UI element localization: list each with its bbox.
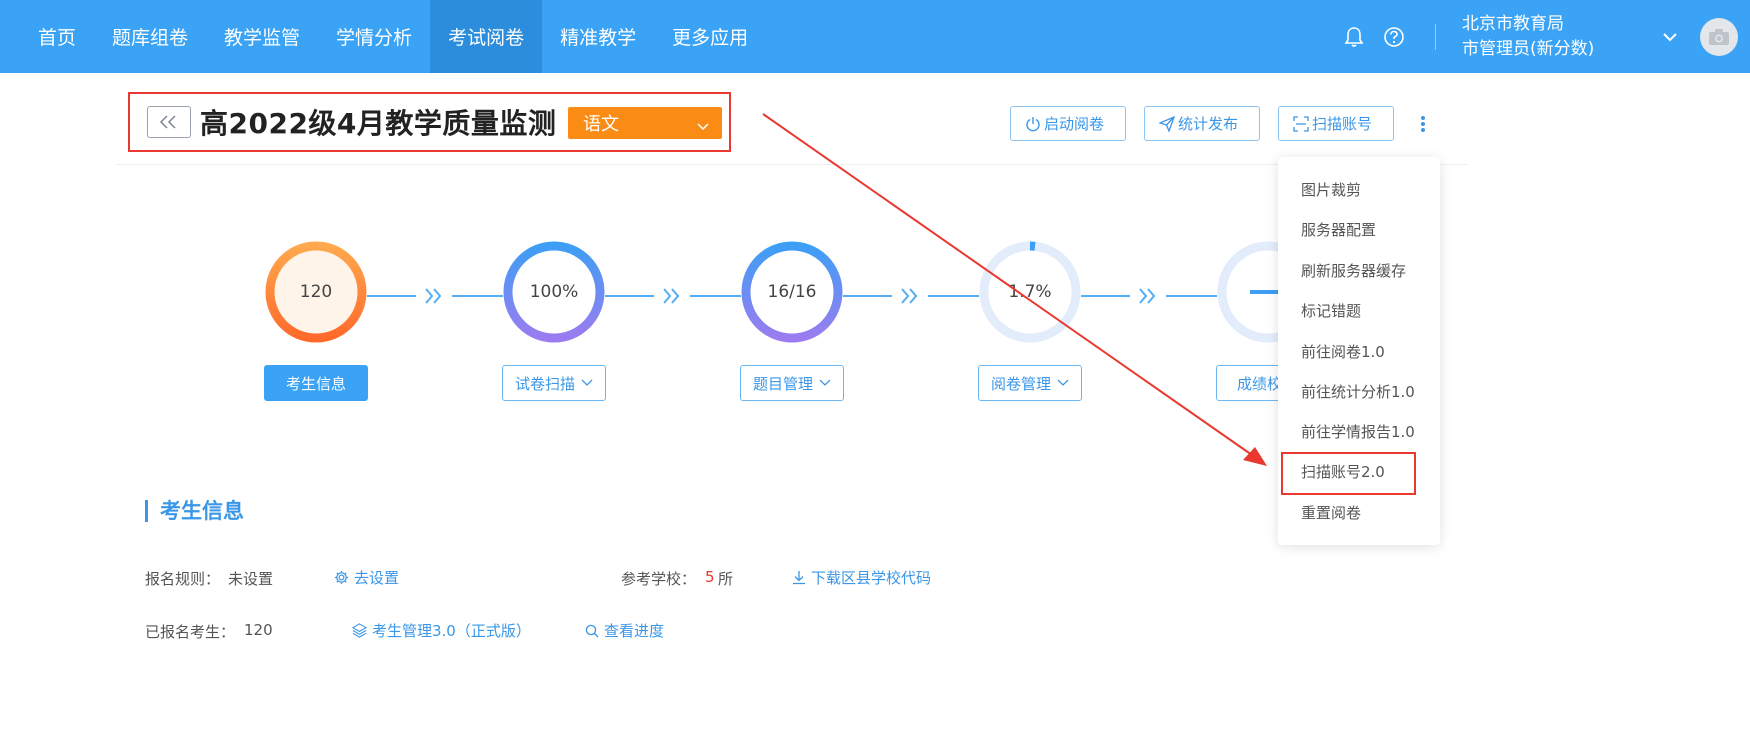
user-info[interactable]: 北京市教育局 市管理员(新分数): [1462, 12, 1652, 62]
question-mgmt-button[interactable]: 题目管理: [740, 365, 844, 401]
download-school-codes-label: 下载区县学校代码: [811, 569, 932, 587]
scan-account-button[interactable]: 扫描账号: [1278, 106, 1394, 141]
scan-account-label: 扫描账号: [1312, 115, 1373, 133]
menu-item-mark-errors[interactable]: 标记错题: [1301, 300, 1361, 321]
step-paper-scan: 100%: [502, 240, 606, 344]
paper-scan-button[interactable]: 试卷扫描: [502, 365, 606, 401]
nav-item-learning-analysis[interactable]: 学情分析: [318, 0, 430, 73]
nav-item-precision-teaching[interactable]: 精准教学: [542, 0, 654, 73]
header-divider: [116, 164, 1468, 165]
toolbar-separator: [1435, 23, 1436, 50]
back-button[interactable]: [147, 106, 191, 138]
step-question-mgmt: 16/16: [740, 240, 844, 344]
student-info-button[interactable]: 考生信息: [264, 365, 368, 401]
review-mgmt-button[interactable]: 阅卷管理: [978, 365, 1082, 401]
subject-select[interactable]: 语文: [568, 107, 722, 139]
chevron-down-icon: [581, 379, 593, 386]
step-label: 成绩校: [1237, 374, 1283, 393]
step-label: 试卷扫描: [514, 374, 575, 393]
go-setting-label: 去设置: [354, 569, 400, 587]
user-role: 市管理员(新分数): [1462, 38, 1595, 59]
view-progress-link[interactable]: 查看进度: [585, 620, 664, 641]
step-label: 题目管理: [752, 374, 813, 393]
chevron-down-icon: [696, 116, 710, 137]
registered-students-label: 已报名考生：: [145, 623, 236, 641]
more-options-icon[interactable]: [1417, 112, 1429, 136]
section-title-student-info: 考生信息: [145, 500, 244, 522]
step-label: 阅卷管理: [990, 374, 1051, 393]
participating-schools-label: 参考学校：: [621, 570, 697, 588]
step-value: 120: [299, 282, 333, 302]
nav-item-exam-marking[interactable]: 考试阅卷: [430, 0, 543, 73]
layers-icon: [352, 623, 367, 638]
participating-schools-unit: 所: [718, 570, 734, 588]
step-label: 考生信息: [285, 374, 346, 393]
menu-item-refresh-cache[interactable]: 刷新服务器缓存: [1301, 260, 1406, 281]
main-nav: 首页 题库组卷 教学监管 学情分析 考试阅卷 精准教学 更多应用: [20, 0, 766, 73]
chevron-down-icon: [819, 379, 831, 386]
chevron-down-icon: [1057, 379, 1069, 386]
menu-item-go-report-v1[interactable]: 前往学情报告1.0: [1301, 421, 1415, 442]
step-value: 16/16: [767, 282, 817, 302]
nav-item-home[interactable]: 首页: [20, 0, 94, 73]
menu-item-server-config[interactable]: 服务器配置: [1301, 219, 1376, 240]
publish-stats-label: 统计发布: [1178, 115, 1239, 133]
menu-highlight-annotation-box: [1281, 452, 1416, 495]
search-icon: [585, 624, 599, 637]
menu-item-go-review-v1[interactable]: 前往阅卷1.0: [1301, 341, 1385, 362]
power-icon: [1026, 116, 1040, 131]
step-value: 1.7%: [1008, 282, 1052, 302]
scan-icon: [1293, 115, 1309, 132]
gear-icon: [334, 570, 349, 585]
step-student-info: 120: [264, 240, 368, 344]
registered-students-value: 120: [244, 621, 273, 639]
menu-item-reset-review[interactable]: 重置阅卷: [1301, 502, 1361, 523]
nav-item-teaching-supervision[interactable]: 教学监管: [206, 0, 318, 73]
help-icon[interactable]: [1381, 24, 1407, 50]
publish-stats-button[interactable]: 统计发布: [1144, 106, 1260, 141]
bell-icon[interactable]: [1341, 24, 1367, 50]
student-management-link[interactable]: 考生管理3.0（正式版）: [352, 620, 531, 641]
registration-rule-label: 报名规则：: [145, 570, 221, 588]
view-progress-label: 查看进度: [604, 622, 665, 640]
subject-select-value: 语文: [583, 114, 619, 135]
participating-schools-count: 5: [705, 568, 715, 586]
step-value: 100%: [529, 282, 579, 302]
download-school-codes-link[interactable]: 下载区县学校代码: [792, 567, 931, 588]
go-setting-link[interactable]: 去设置: [334, 567, 399, 588]
nav-item-question-bank[interactable]: 题库组卷: [94, 0, 206, 73]
start-review-button[interactable]: 启动阅卷: [1010, 106, 1126, 141]
top-navigation-bar: 首页 题库组卷 教学监管 学情分析 考试阅卷 精准教学 更多应用 北京市教育局 …: [0, 0, 1750, 73]
student-management-label: 考生管理3.0（正式版）: [372, 622, 531, 640]
start-review-label: 启动阅卷: [1044, 115, 1105, 133]
user-organization: 北京市教育局: [1462, 13, 1564, 34]
step-review-mgmt: 1.7%: [978, 240, 1082, 344]
top-right-tools: 北京市教育局 市管理员(新分数): [1341, 0, 1750, 73]
menu-item-image-crop[interactable]: 图片裁剪: [1301, 179, 1361, 200]
nav-item-more-apps[interactable]: 更多应用: [654, 0, 766, 73]
download-icon: [793, 571, 805, 585]
menu-item-go-stats-v1[interactable]: 前往统计分析1.0: [1301, 381, 1415, 402]
chevron-down-icon[interactable]: [1662, 32, 1678, 42]
send-icon: [1159, 115, 1175, 132]
avatar-camera-icon[interactable]: [1700, 17, 1738, 56]
exam-title-annotation-box: 高2022级4月教学质量监测 语文: [128, 92, 731, 152]
registration-rule-value: 未设置: [228, 570, 274, 588]
exam-title: 高2022级4月教学质量监测: [200, 107, 557, 140]
